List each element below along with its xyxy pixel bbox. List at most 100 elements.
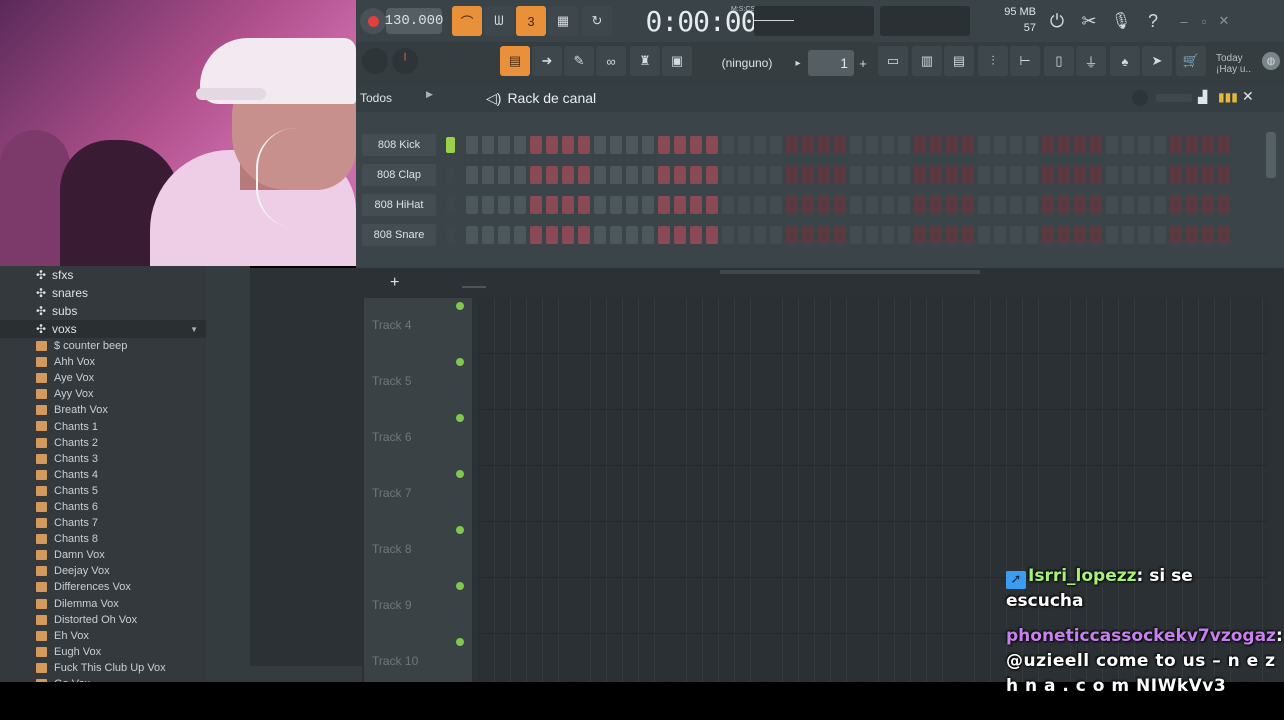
step-button[interactable] bbox=[626, 166, 638, 184]
step-button[interactable] bbox=[818, 226, 830, 244]
step-button[interactable] bbox=[978, 166, 990, 184]
add-track-button[interactable]: + bbox=[390, 274, 399, 292]
step-view-icon[interactable]: ▮▮▮ bbox=[1218, 90, 1238, 104]
step-button[interactable] bbox=[866, 166, 878, 184]
step-button[interactable] bbox=[1058, 136, 1070, 154]
track-header[interactable]: Track 9 bbox=[364, 578, 472, 634]
step-button[interactable] bbox=[594, 136, 606, 154]
step-button[interactable] bbox=[946, 196, 958, 214]
track-mute-led[interactable] bbox=[456, 358, 464, 366]
step-button[interactable] bbox=[706, 166, 718, 184]
step-button[interactable] bbox=[1026, 136, 1038, 154]
step-button[interactable] bbox=[1186, 226, 1198, 244]
step-button[interactable] bbox=[898, 226, 910, 244]
step-button[interactable] bbox=[914, 136, 926, 154]
step-button[interactable] bbox=[834, 226, 846, 244]
step-button[interactable] bbox=[642, 166, 654, 184]
step-button[interactable] bbox=[722, 196, 734, 214]
step-button[interactable] bbox=[578, 226, 590, 244]
step-button[interactable] bbox=[1122, 136, 1134, 154]
track-header[interactable]: Track 10 bbox=[364, 634, 472, 682]
step-button[interactable] bbox=[1202, 136, 1214, 154]
step-button[interactable] bbox=[1026, 226, 1038, 244]
browser-file-item[interactable]: Distorted Oh Vox bbox=[0, 612, 206, 628]
channel-name-button[interactable]: 808 Kick bbox=[362, 134, 436, 156]
step-button[interactable] bbox=[530, 226, 542, 244]
snap-icon[interactable]: ▤ bbox=[500, 46, 530, 76]
step-button[interactable] bbox=[850, 196, 862, 214]
step-edit-button[interactable]: ▦ bbox=[548, 6, 578, 36]
step-button[interactable] bbox=[994, 166, 1006, 184]
track-mute-led[interactable] bbox=[456, 582, 464, 590]
browser-file-item[interactable]: Chants 3 bbox=[0, 451, 206, 467]
step-button[interactable] bbox=[514, 166, 526, 184]
step-button[interactable] bbox=[482, 196, 494, 214]
step-button[interactable] bbox=[1010, 166, 1022, 184]
step-button[interactable] bbox=[1106, 196, 1118, 214]
step-button[interactable] bbox=[514, 196, 526, 214]
step-button[interactable] bbox=[962, 136, 974, 154]
step-button[interactable] bbox=[882, 136, 894, 154]
cart-icon[interactable]: 🛒 bbox=[1176, 46, 1206, 76]
browser-file-item[interactable]: Aye Vox bbox=[0, 370, 206, 386]
step-button[interactable] bbox=[482, 226, 494, 244]
step-button[interactable] bbox=[1186, 136, 1198, 154]
chevron-right-icon[interactable]: ▶ bbox=[426, 89, 433, 100]
step-button[interactable] bbox=[674, 136, 686, 154]
step-button[interactable] bbox=[770, 166, 782, 184]
step-button[interactable] bbox=[1154, 226, 1166, 244]
swing-knob[interactable] bbox=[1132, 90, 1148, 106]
channel-select-led[interactable] bbox=[446, 197, 455, 213]
track-mute-led[interactable] bbox=[456, 414, 464, 422]
step-button[interactable] bbox=[722, 136, 734, 154]
step-button[interactable] bbox=[1154, 196, 1166, 214]
step-button[interactable] bbox=[1058, 196, 1070, 214]
master-volume-knob[interactable] bbox=[362, 48, 388, 74]
step-button[interactable] bbox=[802, 226, 814, 244]
track-header[interactable]: Track 4 bbox=[364, 298, 472, 354]
step-button[interactable] bbox=[754, 196, 766, 214]
step-button[interactable] bbox=[994, 196, 1006, 214]
maximize-icon[interactable]: ▫ bbox=[1194, 8, 1214, 34]
browser-folder[interactable]: ✣ snares bbox=[0, 284, 206, 302]
step-button[interactable] bbox=[594, 166, 606, 184]
step-button[interactable] bbox=[690, 226, 702, 244]
piano-roll-icon[interactable]: ▥ bbox=[912, 46, 942, 76]
channel-rack-icon[interactable]: ▤ bbox=[944, 46, 974, 76]
step-button[interactable] bbox=[850, 226, 862, 244]
browser-file-item[interactable]: Dilemma Vox bbox=[0, 596, 206, 612]
step-button[interactable] bbox=[850, 136, 862, 154]
step-button[interactable] bbox=[1058, 166, 1070, 184]
step-button[interactable] bbox=[1090, 196, 1102, 214]
step-button[interactable] bbox=[930, 136, 942, 154]
rack-scrollbar[interactable] bbox=[1266, 132, 1276, 178]
step-button[interactable] bbox=[642, 226, 654, 244]
step-button[interactable] bbox=[466, 166, 478, 184]
pattern-number[interactable]: 1 bbox=[808, 50, 854, 76]
step-button[interactable] bbox=[1010, 226, 1022, 244]
step-button[interactable] bbox=[1026, 166, 1038, 184]
step-button[interactable] bbox=[642, 196, 654, 214]
step-button[interactable] bbox=[834, 166, 846, 184]
track-mute-led[interactable] bbox=[456, 526, 464, 534]
browser-file-item[interactable]: Chants 6 bbox=[0, 499, 206, 515]
step-button[interactable] bbox=[594, 196, 606, 214]
step-button[interactable] bbox=[1090, 166, 1102, 184]
step-button[interactable] bbox=[610, 136, 622, 154]
step-button[interactable] bbox=[754, 136, 766, 154]
step-button[interactable] bbox=[610, 166, 622, 184]
step-button[interactable] bbox=[1218, 166, 1230, 184]
step-button[interactable] bbox=[1106, 166, 1118, 184]
step-button[interactable] bbox=[978, 136, 990, 154]
step-button[interactable] bbox=[786, 196, 798, 214]
step-button[interactable] bbox=[818, 166, 830, 184]
step-button[interactable] bbox=[1122, 226, 1134, 244]
step-button[interactable] bbox=[882, 196, 894, 214]
browser-file-item[interactable]: Chants 8 bbox=[0, 531, 206, 547]
step-button[interactable] bbox=[610, 196, 622, 214]
browser-folder[interactable]: ✣ sfxs bbox=[0, 266, 206, 284]
step-button[interactable] bbox=[1138, 136, 1150, 154]
step-button[interactable] bbox=[626, 226, 638, 244]
step-button[interactable] bbox=[562, 136, 574, 154]
step-button[interactable] bbox=[706, 196, 718, 214]
